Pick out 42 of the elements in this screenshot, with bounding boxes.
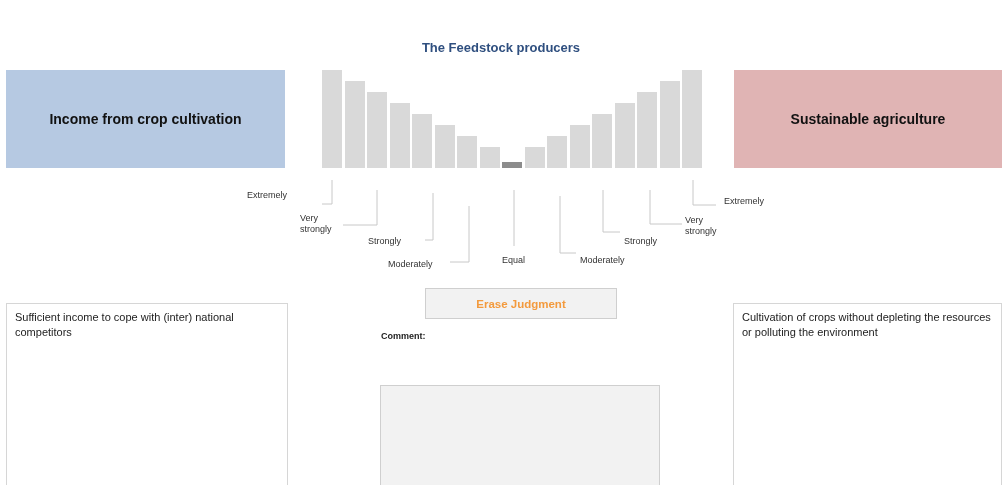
comment-field[interactable] <box>380 385 660 485</box>
scale-bar[interactable] <box>637 92 657 168</box>
leader-line <box>321 179 333 205</box>
scale-bar[interactable] <box>592 114 612 168</box>
description-box: Sufficient income to cope with (inter) national competitors <box>6 303 288 485</box>
leader-line <box>692 179 717 206</box>
scale-bar[interactable] <box>659 81 680 168</box>
leader-line <box>424 192 434 241</box>
scale-bar[interactable] <box>547 136 567 168</box>
scale-bar[interactable] <box>434 125 455 168</box>
scale-bar[interactable] <box>569 125 590 168</box>
description-box: Cultivation of crops without depleting the resources or polluting the environment <box>733 303 1002 485</box>
scale-bar[interactable] <box>457 136 477 168</box>
scale-bar[interactable] <box>322 70 342 168</box>
scale-label: Strongly <box>368 236 403 247</box>
leader-line <box>602 189 621 233</box>
erase-button[interactable]: Erase Judgment <box>425 288 617 319</box>
scale-bar[interactable] <box>524 147 545 168</box>
scale-label: Extremely <box>247 190 288 201</box>
scale-bar[interactable] <box>502 162 522 168</box>
scale-bar[interactable] <box>479 147 500 168</box>
leader-line <box>559 195 577 254</box>
scale-label: Very strongly <box>300 213 333 235</box>
scale-bar[interactable] <box>614 103 635 168</box>
scale-bar[interactable] <box>367 92 387 168</box>
scale-label: Very strongly <box>685 215 718 237</box>
scale-label: Extremely <box>724 196 765 207</box>
scale-bar[interactable] <box>389 103 410 168</box>
scale-bar[interactable] <box>412 114 432 168</box>
scale-label: Moderately <box>580 255 626 266</box>
scale-label: Moderately <box>388 259 434 270</box>
comment-label: Comment: <box>381 331 427 341</box>
criterion-card: Sustainable agriculture <box>734 70 1002 168</box>
scale-bar[interactable] <box>344 81 365 168</box>
leader-line <box>342 189 378 226</box>
leader-line <box>449 205 470 263</box>
scale-label: Equal <box>502 255 527 266</box>
page-title: The Feedstock producers <box>421 40 581 55</box>
scale-bar[interactable] <box>682 70 702 168</box>
scale-label: Strongly <box>624 236 659 247</box>
criterion-card: Income from crop cultivation <box>6 70 285 168</box>
leader-line <box>649 189 683 225</box>
